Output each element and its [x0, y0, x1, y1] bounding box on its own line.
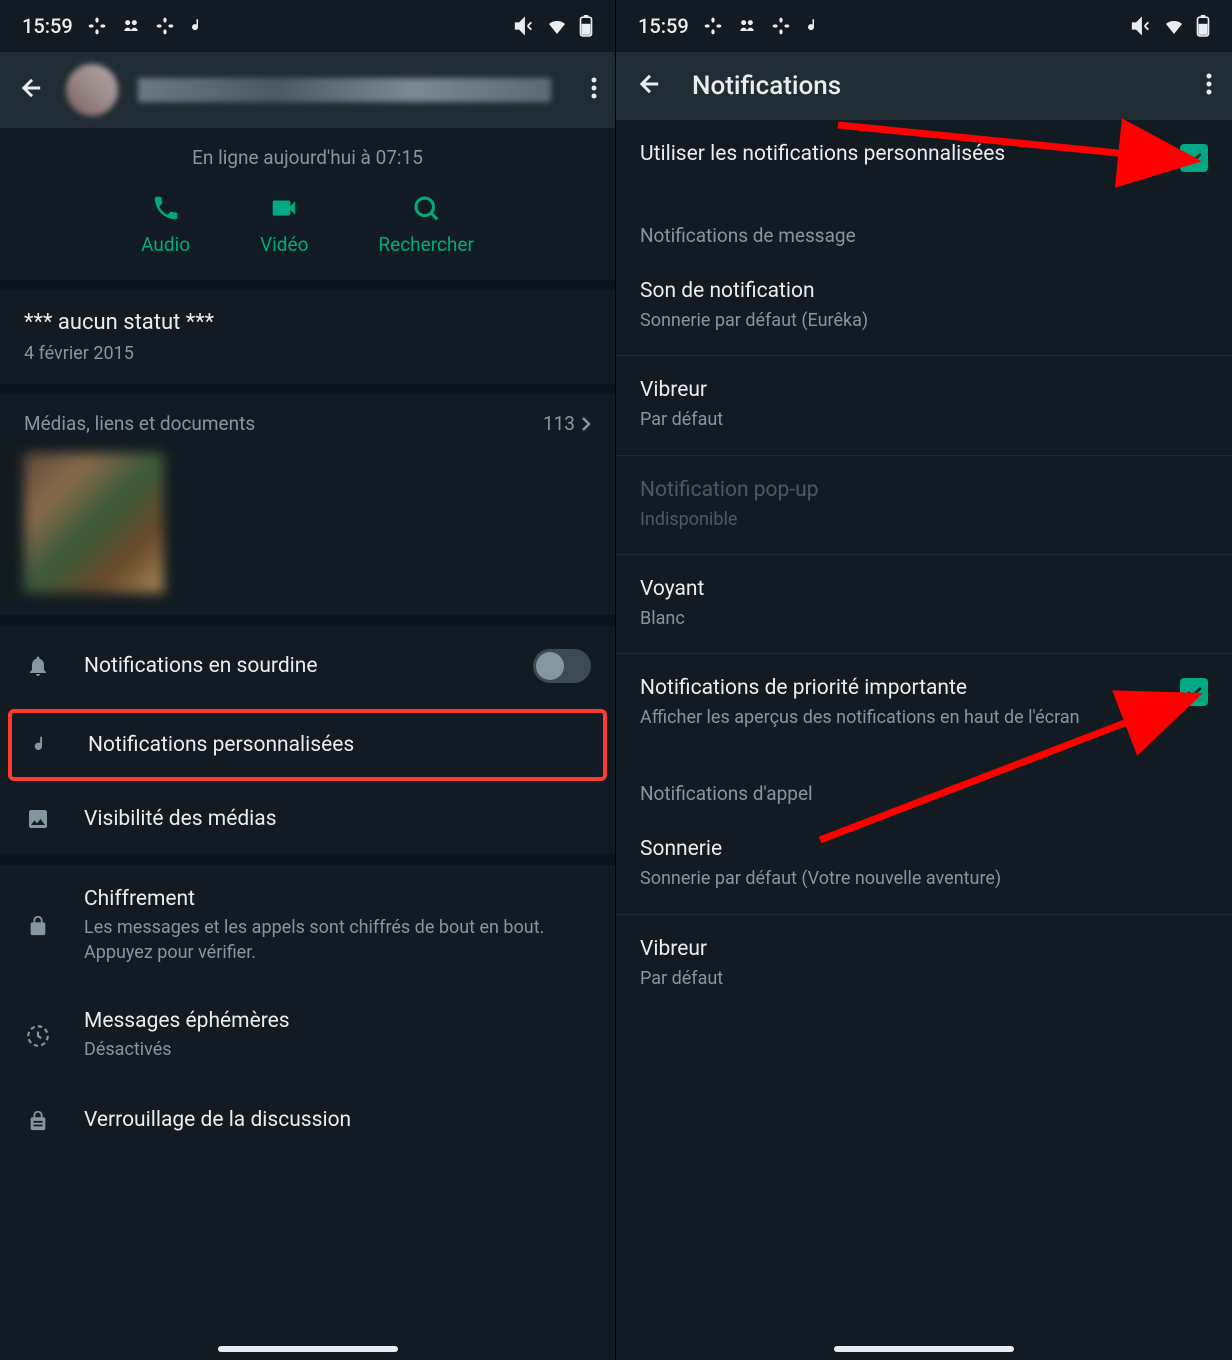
- fan-icon: [87, 16, 107, 36]
- fan-icon-2: [155, 16, 175, 36]
- search-label: Rechercher: [378, 233, 473, 256]
- more-vert-icon[interactable]: [1206, 72, 1212, 100]
- priority-row[interactable]: Notifications de priorité importante Aff…: [616, 654, 1232, 752]
- video-label: Vidéo: [260, 233, 308, 256]
- more-vert-icon[interactable]: [591, 76, 597, 104]
- phone-right-notifications: 15:59: [616, 0, 1232, 1360]
- audio-label: Audio: [141, 233, 190, 256]
- message-notifications-header: Notifications de message: [616, 194, 1232, 257]
- fan-icon: [703, 16, 723, 36]
- back-arrow-icon[interactable]: [636, 70, 664, 102]
- use-custom-row[interactable]: Utiliser les notifications personnalisée…: [616, 120, 1232, 194]
- nav-bar[interactable]: [218, 1346, 398, 1352]
- call-vibrate-title: Vibreur: [640, 937, 1208, 961]
- wifi-icon: [1162, 14, 1186, 38]
- video-call-button[interactable]: Vidéo: [260, 193, 308, 256]
- nav-bar[interactable]: [834, 1346, 1014, 1352]
- group-icon: [121, 16, 141, 36]
- led-title: Voyant: [640, 577, 1208, 601]
- status-date: 4 février 2015: [24, 343, 591, 364]
- call-notifications-header: Notifications d'appel: [616, 752, 1232, 815]
- status-time: 15:59: [22, 14, 73, 38]
- chat-lock-icon: [24, 1107, 52, 1133]
- mute-title: Notifications en sourdine: [84, 654, 501, 678]
- encryption-title: Chiffrement: [84, 887, 591, 911]
- ringtone-row[interactable]: Sonnerie Sonnerie par défaut (Votre nouv…: [616, 815, 1232, 914]
- timer-icon: [24, 1023, 52, 1049]
- page-title: Notifications: [692, 71, 1178, 101]
- avatar[interactable]: [66, 64, 118, 116]
- vibrate-sub: Par défaut: [640, 408, 1208, 432]
- lock-icon: [24, 914, 52, 938]
- media-visibility-row[interactable]: Visibilité des médias: [0, 785, 615, 853]
- status-time: 15:59: [638, 14, 689, 38]
- battery-icon: [579, 15, 593, 37]
- call-vibrate-row[interactable]: Vibreur Par défaut: [616, 915, 1232, 1013]
- use-custom-checkbox[interactable]: [1180, 144, 1208, 172]
- media-section[interactable]: Médias, liens et documents 113: [0, 394, 615, 627]
- sound-title: Son de notification: [640, 279, 1208, 303]
- vibrate-title: Vibreur: [640, 378, 1208, 402]
- settings-list: Notifications en sourdine Notifications …: [0, 627, 615, 1155]
- fan-icon-2: [771, 16, 791, 36]
- ringtone-title: Sonnerie: [640, 837, 1208, 861]
- audio-call-button[interactable]: Audio: [141, 193, 190, 256]
- status-bar: 15:59: [616, 0, 1232, 52]
- image-icon: [24, 807, 52, 831]
- phone-left-contact-info: 15:59: [0, 0, 616, 1360]
- chat-lock-title: Verrouillage de la discussion: [84, 1108, 591, 1132]
- contact-name-blurred: [138, 78, 551, 102]
- custom-notifications-row[interactable]: Notifications personnalisées: [8, 709, 607, 781]
- chevron-right-icon: [581, 416, 591, 432]
- status-bar: 15:59: [0, 0, 615, 52]
- music-note-icon: [189, 17, 207, 35]
- group-icon: [737, 16, 757, 36]
- search-button[interactable]: Rechercher: [378, 193, 473, 256]
- last-seen-label: En ligne aujourd'hui à 07:15: [0, 128, 615, 177]
- music-note-icon: [805, 17, 823, 35]
- media-count: 113: [543, 412, 591, 435]
- popup-title: Notification pop-up: [640, 478, 1208, 502]
- ringtone-sub: Sonnerie par défaut (Votre nouvelle aven…: [640, 867, 1208, 891]
- wifi-icon: [545, 14, 569, 38]
- priority-checkbox[interactable]: [1180, 678, 1208, 706]
- encryption-row[interactable]: Chiffrement Les messages et les appels s…: [0, 865, 615, 987]
- popup-sub: Indisponible: [640, 508, 1208, 532]
- contact-header: [0, 52, 615, 128]
- popup-row: Notification pop-up Indisponible: [616, 456, 1232, 555]
- status-text: *** aucun statut ***: [24, 310, 591, 335]
- back-arrow-icon[interactable]: [18, 74, 46, 106]
- status-section[interactable]: *** aucun statut *** 4 février 2015: [0, 290, 615, 394]
- encryption-sub: Les messages et les appels sont chiffrés…: [84, 915, 591, 965]
- priority-title: Notifications de priorité importante: [640, 676, 1162, 700]
- music-note-icon: [28, 734, 56, 756]
- sound-sub: Sonnerie par défaut (Eurêka): [640, 309, 1208, 333]
- use-custom-title: Utiliser les notifications personnalisée…: [640, 142, 1162, 166]
- led-sub: Blanc: [640, 607, 1208, 631]
- mute-toggle[interactable]: [533, 649, 591, 683]
- call-vibrate-sub: Par défaut: [640, 967, 1208, 991]
- mute-icon: [1130, 15, 1152, 37]
- ephemeral-row[interactable]: Messages éphémères Désactivés: [0, 987, 615, 1084]
- media-thumbnail[interactable]: [24, 453, 164, 593]
- priority-sub: Afficher les aperçus des notifications e…: [640, 706, 1162, 730]
- notification-sound-row[interactable]: Son de notification Sonnerie par défaut …: [616, 257, 1232, 356]
- vibrate-row[interactable]: Vibreur Par défaut: [616, 356, 1232, 455]
- action-row: Audio Vidéo Rechercher: [0, 177, 615, 290]
- ephemeral-sub: Désactivés: [84, 1037, 591, 1062]
- battery-icon: [1196, 15, 1210, 37]
- bell-icon: [24, 654, 52, 678]
- ephemeral-title: Messages éphémères: [84, 1009, 591, 1033]
- visibility-title: Visibilité des médias: [84, 807, 591, 831]
- mute-icon: [513, 15, 535, 37]
- custom-notif-title: Notifications personnalisées: [88, 733, 587, 757]
- media-label: Médias, liens et documents: [24, 412, 255, 435]
- chat-lock-row[interactable]: Verrouillage de la discussion: [0, 1085, 615, 1155]
- notifications-header: Notifications: [616, 52, 1232, 120]
- led-row[interactable]: Voyant Blanc: [616, 555, 1232, 654]
- mute-notifications-row[interactable]: Notifications en sourdine: [0, 627, 615, 705]
